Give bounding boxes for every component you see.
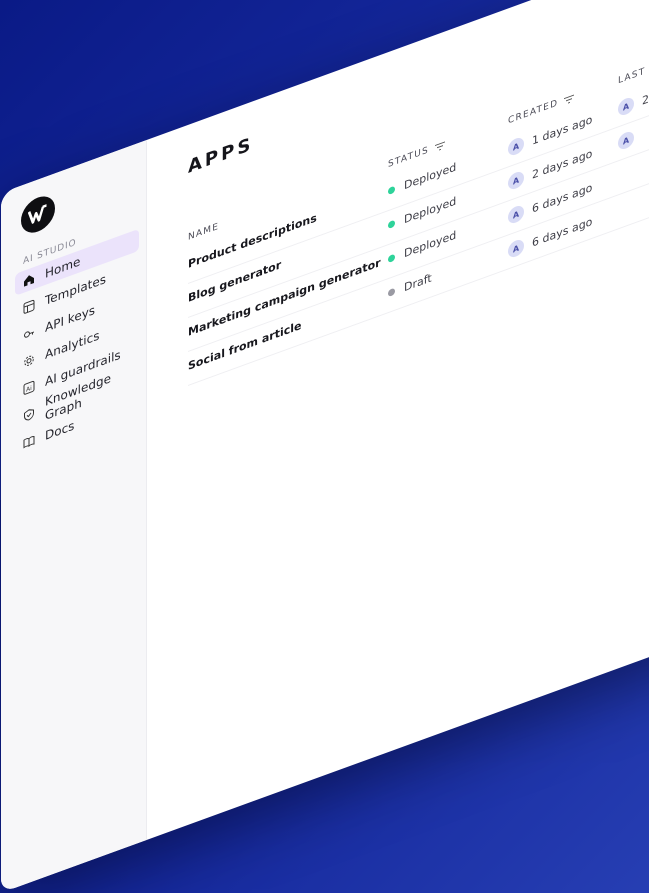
- app-perspective: AI STUDIO Home Templates API keys Analyt…: [1, 0, 649, 893]
- sidebar-nav: Home Templates API keys Analytics Ai AI …: [15, 228, 139, 463]
- deployed-time: 2: [642, 91, 649, 108]
- avatar: A: [508, 169, 524, 192]
- avatar: A: [618, 95, 634, 118]
- templates-icon: [23, 299, 35, 315]
- status-label: Draft: [404, 271, 432, 295]
- avatar: A: [508, 237, 524, 260]
- sidebar: AI STUDIO Home Templates API keys Analyt…: [1, 139, 147, 893]
- brand-logo[interactable]: [21, 191, 55, 238]
- avatar: A: [618, 129, 634, 152]
- book-icon: [23, 434, 35, 450]
- home-icon: [23, 272, 35, 288]
- ai-icon: Ai: [23, 380, 35, 396]
- last-deployed-cell: A: [618, 127, 642, 152]
- w-logo-icon: [28, 204, 47, 224]
- status-badge: Draft: [388, 271, 432, 300]
- page-title: APPS: [188, 133, 254, 178]
- status-dot: [388, 287, 395, 298]
- shield-check-icon: [23, 407, 35, 423]
- status-dot: [388, 253, 395, 264]
- last-deployed-cell: A 2: [618, 90, 649, 118]
- app-window: AI STUDIO Home Templates API keys Analyt…: [1, 0, 649, 893]
- filter-icon[interactable]: [564, 93, 575, 105]
- key-icon: [23, 326, 35, 342]
- main-content: APPS NAME STATUS CREATED LAST DEPI Pr: [146, 0, 649, 840]
- status-dot: [388, 185, 395, 196]
- gear-icon: [23, 353, 35, 369]
- status-dot: [388, 219, 395, 230]
- avatar: A: [508, 135, 524, 158]
- sidebar-item-label: Home: [45, 254, 81, 281]
- sidebar-item-label: Docs: [45, 418, 75, 443]
- avatar: A: [508, 203, 524, 226]
- filter-icon[interactable]: [434, 140, 445, 152]
